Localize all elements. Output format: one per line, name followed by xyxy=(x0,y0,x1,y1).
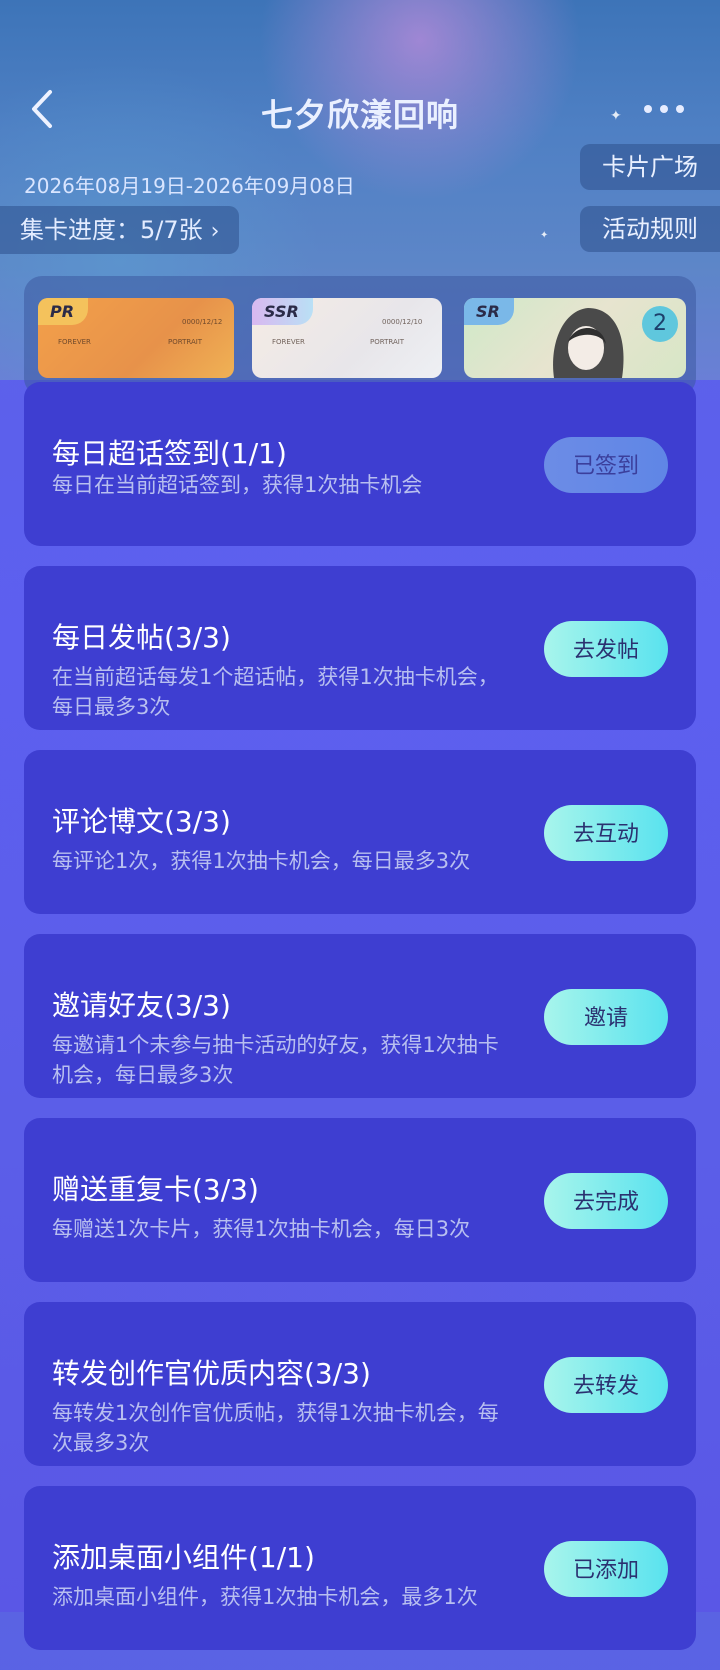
card-tray: PR 0000/12/12 FOREVER PORTRAIT SSR 0000/… xyxy=(24,276,696,396)
portrait-illustration xyxy=(553,308,624,378)
collection-progress-button[interactable]: 集卡进度：5/7张 › xyxy=(0,206,240,254)
go-repost-button[interactable]: 去转发 xyxy=(544,1357,668,1413)
task-daily-post: 每日发帖(3/3) 在当前超话每发1个超话帖，获得1次抽卡机会，每日最多3次 去… xyxy=(24,566,696,730)
task-add-widget: 添加桌面小组件(1/1) 添加桌面小组件，获得1次抽卡机会，最多1次 已添加 xyxy=(24,1486,696,1650)
more-button[interactable] xyxy=(644,98,694,118)
card-square-button[interactable]: 卡片广场 xyxy=(580,144,720,190)
task-name: 添加桌面小组件(1/1) xyxy=(52,1541,315,1574)
task-gift-card: 赠送重复卡(3/3) 每赠送1次卡片，获得1次抽卡机会，每日3次 去完成 xyxy=(24,1118,696,1282)
task-description: 每日在当前超话签到，获得1次抽卡机会 xyxy=(52,473,423,497)
card-count-badge: 2 xyxy=(642,306,678,342)
go-interact-button[interactable]: 去互动 xyxy=(544,805,668,861)
added-button[interactable]: 已添加 xyxy=(544,1541,668,1597)
rarity-label: SSR xyxy=(252,298,313,325)
task-comment: 评论博文(3/3) 每评论1次，获得1次抽卡机会，每日最多3次 去互动 xyxy=(24,750,696,914)
card-sr[interactable]: SR 2 xyxy=(464,298,686,378)
card-ssr[interactable]: SSR 0000/12/10 FOREVER PORTRAIT xyxy=(252,298,442,378)
task-description: 添加桌面小组件，获得1次抽卡机会，最多1次 xyxy=(52,1585,478,1609)
dot-icon xyxy=(660,105,668,113)
card-pr[interactable]: PR 0000/12/12 FOREVER PORTRAIT xyxy=(38,298,234,378)
task-list: 每日超话签到(1/1) 每日在当前超话签到，获得1次抽卡机会 已签到 每日发帖(… xyxy=(24,382,696,1670)
task-description: 在当前超话每发1个超话帖，获得1次抽卡机会，每日最多3次 xyxy=(52,665,499,719)
page-title: 七夕欣漾回响 xyxy=(260,96,459,134)
rarity-label: PR xyxy=(38,298,89,325)
task-description: 每邀请1个未参与抽卡活动的好友，获得1次抽卡机会，每日最多3次 xyxy=(52,1033,499,1087)
task-description: 每赠送1次卡片，获得1次抽卡机会，每日3次 xyxy=(52,1217,471,1241)
task-description: 每转发1次创作官优质帖，获得1次抽卡机会，每次最多3次 xyxy=(52,1401,499,1455)
go-complete-button[interactable]: 去完成 xyxy=(544,1173,668,1229)
dot-icon xyxy=(676,105,684,113)
task-name: 每日超话签到(1/1) xyxy=(52,437,287,470)
task-daily-checkin: 每日超话签到(1/1) 每日在当前超话签到，获得1次抽卡机会 已签到 xyxy=(24,382,696,546)
task-description: 每评论1次，获得1次抽卡机会，每日最多3次 xyxy=(52,849,471,873)
rules-button[interactable]: 活动规则 xyxy=(580,206,720,252)
task-name: 赠送重复卡(3/3) xyxy=(52,1173,259,1206)
chevron-right-icon: › xyxy=(210,219,220,244)
sparkle-icon: ✦ xyxy=(540,230,549,241)
task-name: 邀请好友(3/3) xyxy=(52,989,231,1022)
task-invite: 邀请好友(3/3) 每邀请1个未参与抽卡活动的好友，获得1次抽卡机会，每日最多3… xyxy=(24,934,696,1098)
invite-button[interactable]: 邀请 xyxy=(544,989,668,1045)
progress-label: 集卡进度：5/7张 xyxy=(20,216,203,244)
dot-icon xyxy=(644,105,652,113)
task-name: 转发创作官优质内容(3/3) xyxy=(52,1357,371,1390)
task-repost: 转发创作官优质内容(3/3) 每转发1次创作官优质帖，获得1次抽卡机会，每次最多… xyxy=(24,1302,696,1466)
task-name: 每日发帖(3/3) xyxy=(52,621,231,654)
task-name: 评论博文(3/3) xyxy=(52,805,231,838)
go-post-button[interactable]: 去发帖 xyxy=(544,621,668,677)
rarity-label: SR xyxy=(464,298,514,325)
checked-in-button[interactable]: 已签到 xyxy=(544,437,668,493)
date-range: 2026年08月19日-2026年09月08日 xyxy=(24,174,355,198)
top-bar: 七夕欣漾回响 xyxy=(0,70,720,150)
